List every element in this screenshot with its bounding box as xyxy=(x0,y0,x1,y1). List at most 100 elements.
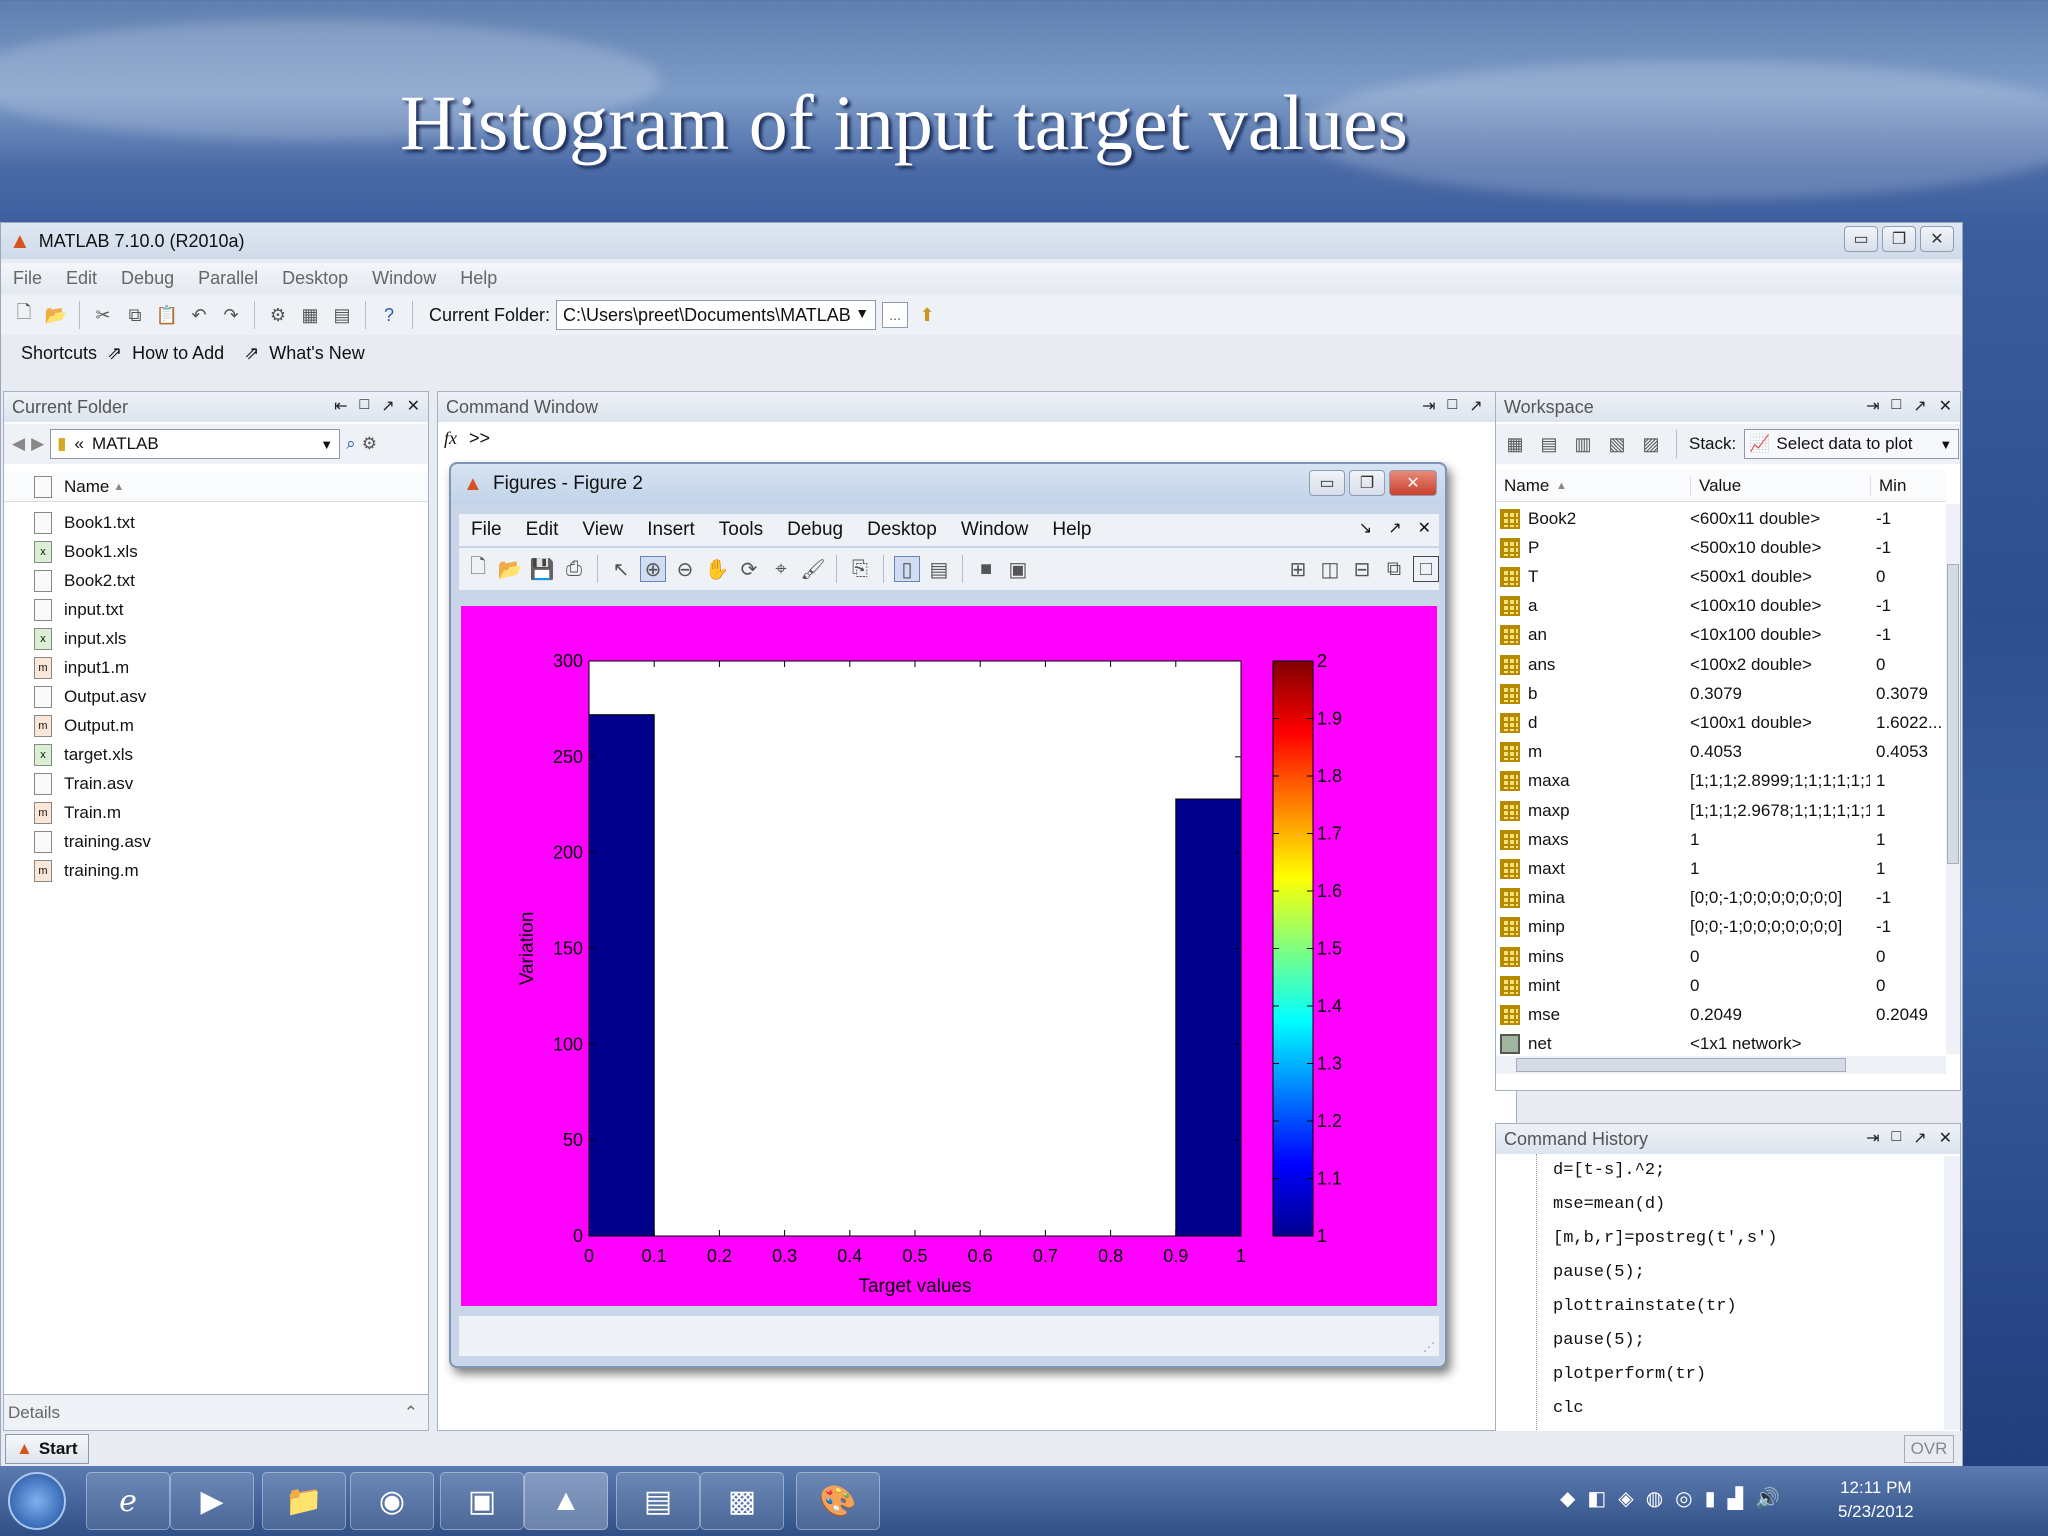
histogram-bar[interactable] xyxy=(588,714,655,1237)
file-list-item[interactable]: m training.m xyxy=(4,856,139,885)
shortcut-whats-new[interactable]: What's New xyxy=(269,343,364,364)
column-value[interactable]: Value xyxy=(1690,475,1741,496)
pictures-icon[interactable]: ▩ xyxy=(700,1472,784,1530)
file-list-item[interactable]: Train.asv xyxy=(4,769,133,798)
dock-icon[interactable]: ⇥ xyxy=(1422,396,1435,416)
chevron-down-icon[interactable]: ▼ xyxy=(320,437,333,452)
close-button[interactable]: ✕ xyxy=(1920,226,1954,252)
maximize-button[interactable]: ❐ xyxy=(1882,226,1916,252)
maximize-icon[interactable]: □ xyxy=(360,396,370,416)
minimize-button[interactable]: ▭ xyxy=(1309,470,1345,496)
chevron-down-icon[interactable]: ▼ xyxy=(1939,437,1952,452)
close-icon[interactable]: ✕ xyxy=(1939,396,1952,416)
workspace-row[interactable]: mse 0.2049 0.2049 xyxy=(1496,1000,1946,1029)
tile-icon[interactable]: ⊞ xyxy=(1285,556,1311,582)
guide-icon[interactable]: ▦ xyxy=(297,302,323,328)
open-folder-icon[interactable]: 📂 xyxy=(43,302,69,328)
workspace-row[interactable]: mins 0 0 xyxy=(1496,942,1946,971)
acrobat-icon[interactable]: ◆ xyxy=(1560,1486,1575,1511)
menu-item[interactable]: File xyxy=(1,268,54,289)
float-icon[interactable]: ⧉ xyxy=(1381,556,1407,582)
open-file-icon[interactable]: 📂 xyxy=(497,556,523,582)
workspace-row[interactable]: Book2 <600x11 double> -1 xyxy=(1496,504,1946,533)
undock-icon[interactable]: ↗ xyxy=(381,396,394,416)
column-name[interactable]: Name xyxy=(1504,476,1549,496)
simulink-icon[interactable]: ⚙ xyxy=(265,302,291,328)
workspace-row[interactable]: mint 0 0 xyxy=(1496,971,1946,1000)
pointer-icon[interactable]: ↖ xyxy=(608,556,634,582)
notepad-icon[interactable]: ▤ xyxy=(616,1472,700,1530)
zoom-in-icon[interactable]: ⊕ xyxy=(640,556,666,582)
file-list-item[interactable]: Book1.txt xyxy=(4,508,135,537)
powerpoint-icon[interactable]: ▣ xyxy=(440,1472,524,1530)
copy-icon[interactable]: ⧉ xyxy=(122,302,148,328)
workspace-row[interactable]: b 0.3079 0.3079 xyxy=(1496,679,1946,708)
print-icon[interactable]: ⎙ xyxy=(561,556,587,582)
workspace-row[interactable]: minp [0;0;-1;0;0;0;0;0;0;0] -1 xyxy=(1496,913,1946,942)
menu-item[interactable]: Help xyxy=(448,268,509,289)
colorbar-icon[interactable]: ▯ xyxy=(894,556,920,582)
history-line[interactable]: clc xyxy=(1553,1394,1584,1423)
network-icon[interactable]: ▟ xyxy=(1728,1486,1743,1511)
redo-icon[interactable]: ↷ xyxy=(218,302,244,328)
profiler-icon[interactable]: ▤ xyxy=(329,302,355,328)
save-icon[interactable]: ▧ xyxy=(1604,431,1630,457)
workspace-row[interactable]: maxs 1 1 xyxy=(1496,825,1946,854)
rotate-icon[interactable]: ⟳ xyxy=(736,556,762,582)
workspace-row[interactable]: maxp [1;1;1;2.9678;1;1;1;1;1;1] 1 xyxy=(1496,796,1946,825)
forward-icon[interactable]: ▶ xyxy=(31,434,44,454)
help-icon[interactable]: ? xyxy=(376,302,402,328)
dock-icon[interactable]: ⇤ xyxy=(334,396,347,416)
chevron-up-icon[interactable]: ⌃ xyxy=(404,1403,418,1423)
globe-icon[interactable]: ◍ xyxy=(1646,1486,1663,1511)
paint-icon[interactable]: 🎨 xyxy=(796,1472,880,1530)
close-icon[interactable]: ✕ xyxy=(1939,1128,1952,1148)
figure-menu-item[interactable]: Window xyxy=(949,519,1041,541)
left-right-icon[interactable]: ◫ xyxy=(1317,556,1343,582)
windows-start-orb[interactable] xyxy=(8,1472,66,1530)
file-list-item[interactable]: m Output.m xyxy=(4,711,134,740)
file-list-item[interactable]: x target.xls xyxy=(4,740,133,769)
legend-icon[interactable]: ▤ xyxy=(926,556,952,582)
explorer-icon[interactable]: 📁 xyxy=(262,1472,346,1530)
file-list-item[interactable]: Output.asv xyxy=(4,682,146,711)
load-icon[interactable]: ▥ xyxy=(1570,431,1596,457)
details-bar[interactable]: Details ⌃ xyxy=(4,1394,428,1430)
workspace-row[interactable]: an <10x100 double> -1 xyxy=(1496,621,1946,650)
fx-icon[interactable]: fx xyxy=(444,428,457,449)
ie-icon[interactable]: ℯ xyxy=(86,1472,170,1530)
open-variable-icon[interactable]: ▤ xyxy=(1536,431,1562,457)
maximize-icon[interactable]: □ xyxy=(1892,396,1902,416)
resize-grip-icon[interactable]: ⋰ xyxy=(1423,1340,1435,1354)
hide-plot-tools-icon[interactable]: ■ xyxy=(973,556,999,582)
undock-icon[interactable]: ↗ xyxy=(1913,1128,1926,1148)
volume-icon[interactable]: 🔊 xyxy=(1755,1486,1780,1511)
clock[interactable]: 12:11 PM 5/23/2012 xyxy=(1838,1476,1914,1524)
history-line[interactable]: [m,b,r]=postreg(t',s') xyxy=(1553,1224,1777,1253)
file-list-item[interactable]: m Train.m xyxy=(4,798,121,827)
maximize-button[interactable]: ❐ xyxy=(1349,470,1385,496)
dock-icon[interactable]: ⇥ xyxy=(1866,396,1879,416)
cut-icon[interactable]: ✂ xyxy=(90,302,116,328)
shortcut-how-to-add[interactable]: How to Add xyxy=(132,343,224,364)
brush-icon[interactable]: 🖌 xyxy=(800,556,826,582)
close-icon[interactable]: ✕ xyxy=(1418,518,1431,538)
file-list-item[interactable]: x Book1.xls xyxy=(4,537,138,566)
workspace-row[interactable]: m 0.4053 0.4053 xyxy=(1496,738,1946,767)
back-icon[interactable]: ◀ xyxy=(12,434,25,454)
search-icon[interactable]: ⌕ xyxy=(346,434,356,454)
menu-item[interactable]: Debug xyxy=(109,268,186,289)
zoom-out-icon[interactable]: ⊖ xyxy=(672,556,698,582)
chevron-down-icon[interactable]: ▼ xyxy=(855,305,869,321)
menu-item[interactable]: Window xyxy=(360,268,448,289)
java-icon[interactable]: ◈ xyxy=(1618,1486,1633,1511)
windows-flag-icon[interactable]: ◧ xyxy=(1587,1486,1606,1511)
data-cursor-icon[interactable]: ⌖ xyxy=(768,556,794,582)
workspace-row[interactable]: mina [0;0;-1;0;0;0;0;0;0;0] -1 xyxy=(1496,884,1946,913)
history-line[interactable]: pause(5); xyxy=(1553,1258,1645,1287)
history-line[interactable]: pause(5); xyxy=(1553,1326,1645,1355)
dock-icon[interactable]: ⇥ xyxy=(1866,1128,1879,1148)
media-player-icon[interactable]: ▶ xyxy=(170,1472,254,1530)
folder-address-box[interactable]: ▮ « MATLAB ▼ xyxy=(50,429,341,459)
delete-icon[interactable]: ▨ xyxy=(1638,431,1664,457)
